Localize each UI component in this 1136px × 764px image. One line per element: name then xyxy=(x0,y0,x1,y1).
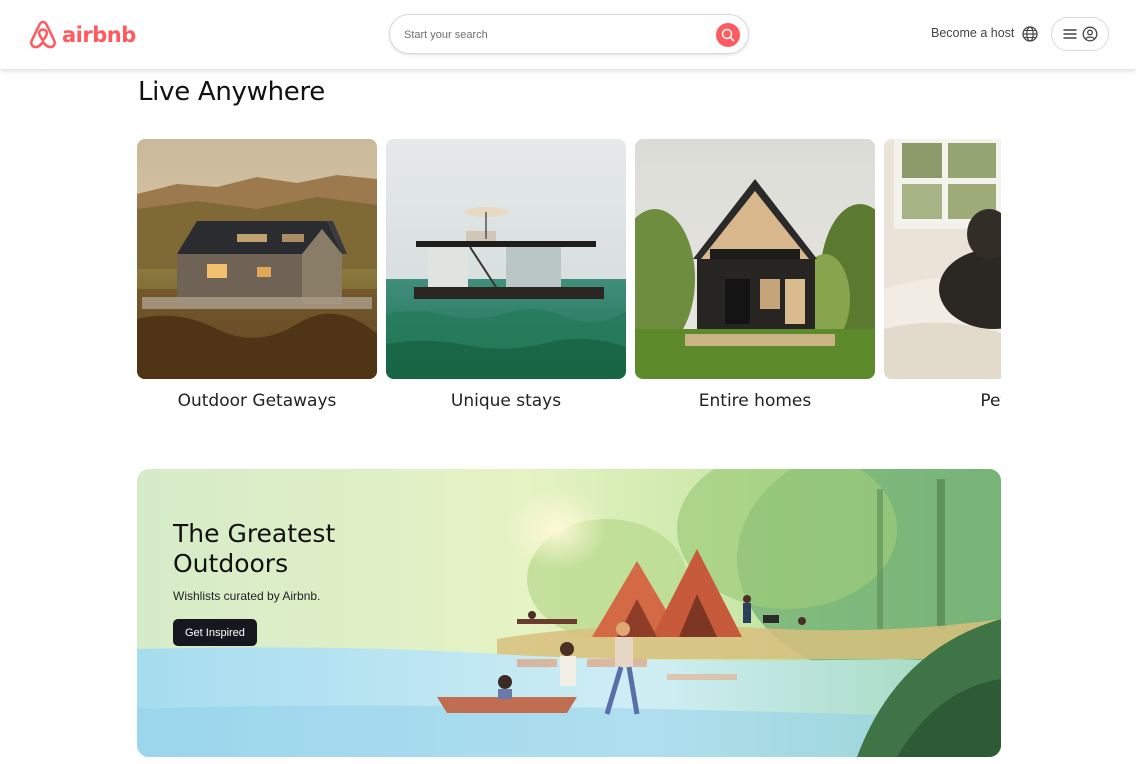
top-header: airbnb Become a host xyxy=(0,0,1136,69)
hamburger-icon xyxy=(1062,29,1077,39)
banner-title: The Greatest Outdoors xyxy=(173,519,336,578)
category-card-outdoor-getaways[interactable]: Outdoor Getaways xyxy=(137,139,377,411)
search-button[interactable] xyxy=(716,23,740,47)
user-menu-button[interactable] xyxy=(1051,17,1109,51)
search-input[interactable] xyxy=(404,25,694,45)
card-label: Pet al xyxy=(980,391,1001,411)
globe-icon[interactable] xyxy=(1021,25,1039,43)
section-title: Live Anywhere xyxy=(138,77,325,107)
get-inspired-button[interactable]: Get Inspired xyxy=(173,619,257,646)
greatest-outdoors-banner: The Greatest Outdoors Wishlists curated … xyxy=(137,469,1001,757)
category-cards: Outdoor Getaways Unique stays Entire hom… xyxy=(137,139,1001,429)
dog-on-bed-photo xyxy=(884,139,1001,379)
card-label: Outdoor Getaways xyxy=(177,391,337,411)
brand-name: airbnb xyxy=(62,22,136,47)
card-label: Unique stays xyxy=(450,391,562,411)
category-card-entire-homes[interactable]: Entire homes xyxy=(635,139,875,411)
search-icon xyxy=(721,28,735,42)
category-card-pets[interactable]: Pet al xyxy=(884,139,1001,411)
airbnb-logo-icon xyxy=(30,20,56,49)
a-frame-house-photo xyxy=(635,139,875,379)
category-card-unique-stays[interactable]: Unique stays xyxy=(386,139,626,411)
outdoors-illustration xyxy=(137,469,1001,757)
airbnb-logo[interactable]: airbnb xyxy=(28,19,136,50)
become-a-host-link[interactable]: Become a host xyxy=(931,26,1014,40)
user-avatar-icon xyxy=(1082,26,1097,42)
card-label: Entire homes xyxy=(698,391,812,411)
banner-subtitle: Wishlists curated by Airbnb. xyxy=(173,589,321,603)
houseboat-photo xyxy=(386,139,626,379)
search-bar[interactable] xyxy=(389,14,749,54)
outdoor-cabin-photo xyxy=(137,139,377,379)
